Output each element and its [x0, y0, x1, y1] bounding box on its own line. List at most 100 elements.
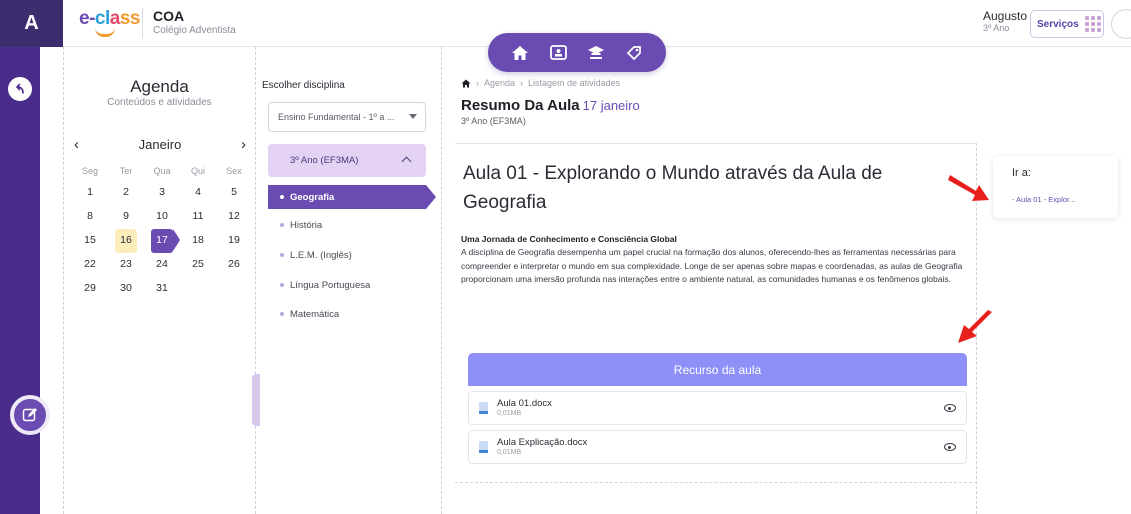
weekday-label: Seg [81, 166, 98, 176]
file-size: 0,01MB [497, 410, 522, 417]
breadcrumb-item[interactable]: Agenda [484, 78, 515, 88]
calendar-week: 22 23 24 25 26 [72, 253, 248, 277]
services-button[interactable]: Serviços [1030, 10, 1104, 38]
calendar-day[interactable]: 22 [72, 253, 108, 277]
weekday-label: Qui [190, 166, 205, 176]
calendar-day[interactable]: 2 [108, 181, 144, 205]
resources-section: Recurso da aula Aula 01.docx 0,01MB Aula… [468, 353, 967, 464]
annotation-arrow-icon [948, 175, 989, 201]
lesson-title: Aula 01 - Explorando o Mundo através da … [463, 163, 883, 213]
agenda-divider [255, 47, 256, 514]
calendar-day[interactable]: 3 [144, 181, 180, 205]
breadcrumb: › Agenda › Listagem de atividades [461, 78, 620, 88]
agenda-panel: Agenda Conteúdos e atividades ‹ Janeiro … [64, 47, 260, 514]
chevron-down-icon [409, 114, 417, 119]
lesson-card: Aula 01 - Explorando o Mundo através da … [455, 143, 977, 514]
calendar-day[interactable]: 12 [216, 205, 252, 229]
next-month-icon[interactable]: › [239, 136, 248, 153]
document-icon [479, 441, 488, 453]
graduation-cap-icon[interactable] [585, 42, 607, 64]
file-size: 0,01MB [497, 449, 522, 456]
calendar-day[interactable]: 30 [108, 277, 144, 301]
file-name: Aula Explicação.docx [497, 437, 588, 448]
chevron-up-icon [401, 156, 412, 167]
calendar-day[interactable]: 19 [216, 229, 252, 253]
file-row[interactable]: Aula 01.docx 0,01MB [468, 391, 967, 425]
calendar-day[interactable]: 23 [108, 253, 144, 277]
level-select[interactable]: Ensino Fundamental - 1º a ... [268, 102, 426, 132]
breadcrumb-item[interactable]: Listagem de atividades [528, 78, 620, 88]
file-name: Aula 01.docx [497, 398, 552, 409]
calendar-grid: Seg Ter Qua Qui Sex 1 2 3 4 5 8 9 10 11 … [72, 163, 248, 301]
agenda-subtitle: Conteúdos e atividades [107, 97, 212, 108]
weekday-label: Sex [226, 166, 242, 176]
calendar-day[interactable]: 9 [108, 205, 144, 229]
calendar-day[interactable]: 26 [216, 253, 252, 277]
month-switcher: ‹ Janeiro › [72, 135, 248, 153]
side-rail-bar [0, 47, 40, 514]
goto-panel: Ir a: - Aula 01 - Explor... [993, 156, 1118, 218]
id-card-icon[interactable] [547, 42, 569, 64]
calendar-day[interactable]: 15 [72, 229, 108, 253]
annotation-arrow-icon [958, 310, 992, 343]
edit-button[interactable] [10, 395, 50, 435]
services-label: Serviços [1037, 18, 1079, 30]
eye-icon[interactable] [944, 404, 956, 412]
calendar-day[interactable]: 4 [180, 181, 216, 205]
collapse-handle[interactable] [252, 374, 260, 426]
weekday-label: Qua [153, 166, 171, 176]
page-title: Resumo Da Aula 17 janeiro [461, 97, 640, 114]
calendar-day[interactable]: 1 [72, 181, 108, 205]
calendar-day[interactable]: 24 [144, 253, 180, 277]
tag-icon[interactable] [623, 42, 645, 64]
calendar-day[interactable]: 10 [144, 205, 180, 229]
home-icon[interactable] [461, 79, 471, 88]
page-date: 17 janeiro [582, 98, 640, 113]
app-logo[interactable]: A [0, 0, 63, 47]
school-code: COA [153, 8, 185, 24]
calendar-week: 1 2 3 4 5 [72, 181, 248, 205]
calendar-day[interactable]: 18 [180, 229, 216, 253]
calendar-day-selected[interactable]: 17 [151, 229, 180, 253]
subject-item-active[interactable]: Geografia [268, 185, 436, 209]
calendar-week: 15 16 17 18 19 [72, 229, 248, 253]
back-arrow-icon [15, 83, 24, 94]
weekday-label: Ter [119, 166, 133, 176]
resources-header: Recurso da aula [468, 353, 967, 386]
class-name: 3º Ano (EF3MA) [290, 155, 359, 166]
calendar-day[interactable]: 5 [216, 181, 252, 205]
calendar-day[interactable]: 8 [72, 205, 108, 229]
subject-item[interactable]: L.E.M. (Inglês) [268, 245, 426, 265]
subject-item[interactable]: História [268, 215, 426, 235]
eclass-logo[interactable]: e-class e-class [79, 8, 140, 37]
weekday-header: Seg Ter Qua Qui Sex [72, 163, 248, 181]
calendar-day-today[interactable]: 16 [115, 229, 137, 253]
agenda-title: Agenda [130, 77, 189, 96]
side-rail [0, 47, 63, 514]
school-name: Colégio Adventista [153, 25, 236, 36]
home-icon[interactable] [509, 42, 531, 64]
user-info[interactable]: Augusto 3º Ano [983, 9, 1027, 33]
document-icon [479, 402, 488, 414]
subject-item[interactable]: Língua Portuguesa [268, 275, 426, 295]
discipline-panel: Escolher disciplina Ensino Fundamental -… [262, 47, 437, 514]
page-class: 3º Ano (EF3MA) [461, 116, 526, 126]
apps-grid-icon [1084, 16, 1101, 32]
back-button[interactable] [8, 77, 32, 101]
user-name: Augusto [983, 9, 1028, 23]
calendar-day[interactable]: 11 [180, 205, 216, 229]
calendar-day[interactable]: 31 [144, 277, 180, 301]
subject-item[interactable]: Matemática [268, 304, 426, 324]
lesson-subtitle: Uma Jornada de Conhecimento e Consciênci… [461, 234, 677, 244]
file-row[interactable]: Aula Explicação.docx 0,01MB [468, 430, 967, 464]
calendar-day [216, 277, 252, 301]
previous-month-icon[interactable]: ‹ [72, 136, 81, 153]
class-accordion[interactable]: 3º Ano (EF3MA) [268, 144, 426, 177]
calendar-week: 29 30 31 [72, 277, 248, 301]
eye-icon[interactable] [944, 443, 956, 451]
calendar-day[interactable]: 29 [72, 277, 108, 301]
goto-link[interactable]: - Aula 01 - Explor... [1012, 195, 1075, 204]
calendar-day[interactable]: 25 [180, 253, 216, 277]
profile-avatar-button[interactable] [1111, 9, 1131, 39]
main-nav-pill [488, 33, 666, 72]
